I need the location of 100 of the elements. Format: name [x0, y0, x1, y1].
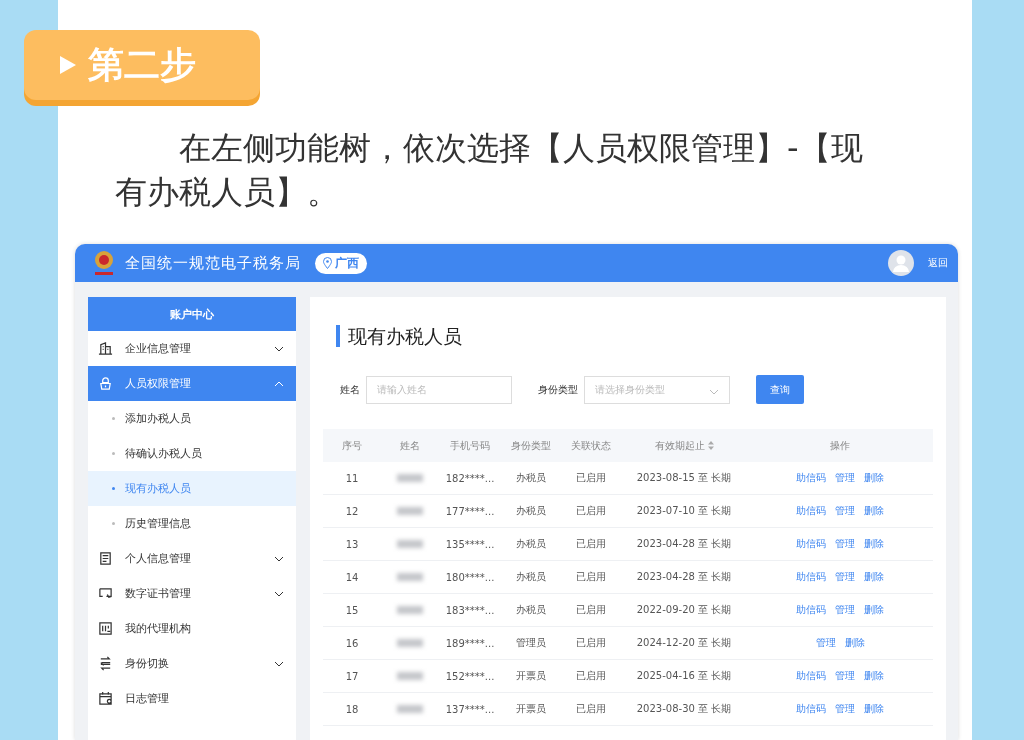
- table-cell-text: 137****...: [444, 703, 496, 715]
- table-cell-text: 已启用: [575, 603, 607, 617]
- location-pin-icon: [323, 257, 332, 269]
- table-cell-text: 13: [344, 538, 360, 550]
- table-cell-text: 已启用: [575, 570, 607, 584]
- table-cell-text: 17: [344, 670, 360, 682]
- table-cell-text: 12: [344, 505, 360, 517]
- action-link[interactable]: 助信码: [796, 603, 826, 617]
- action-link[interactable]: 删除: [864, 537, 884, 551]
- action-link[interactable]: 删除: [844, 636, 865, 650]
- column-header: 手机号码: [450, 438, 490, 453]
- back-link[interactable]: 返回: [928, 256, 948, 270]
- blurred-name: [397, 606, 423, 614]
- blurred-name: [397, 639, 423, 647]
- table-cell-text: 已启用: [575, 636, 607, 650]
- table-cell-text: 2023-08-30 至 长期: [635, 702, 733, 716]
- sidebar-header: 账户中心: [88, 297, 296, 331]
- search-button[interactable]: 查询: [756, 375, 804, 404]
- action-link[interactable]: 删除: [864, 504, 884, 518]
- table-cell-text: 183****...: [444, 604, 496, 616]
- step-title: 第二步: [88, 42, 196, 87]
- column-header: 操作: [830, 438, 850, 453]
- table-cell-text: 已启用: [575, 471, 607, 485]
- site-title: 全国统一规范电子税务局: [125, 253, 301, 273]
- table-cell-text: 办税员: [515, 603, 547, 617]
- action-link[interactable]: 管理: [835, 603, 855, 617]
- action-link[interactable]: 删除: [864, 669, 884, 683]
- sort-icon[interactable]: [707, 441, 714, 450]
- switch-icon: [98, 656, 113, 671]
- chevron-down-icon: [709, 389, 719, 395]
- action-link[interactable]: 助信码: [796, 537, 826, 551]
- table-cell-text: 2022-09-20 至 长期: [635, 603, 733, 617]
- table-cell-text: 152****...: [444, 670, 496, 682]
- blurred-name: [397, 507, 423, 515]
- table-cell-text: 11: [344, 472, 360, 484]
- table-cell-text: 2023-04-28 至 长期: [635, 537, 733, 551]
- table-cell-text: 已启用: [575, 702, 607, 716]
- action-link[interactable]: 管理: [815, 636, 836, 650]
- building-icon: [98, 341, 113, 356]
- table-cell-text: 189****...: [444, 637, 496, 649]
- table-cell-text: 14: [344, 571, 360, 583]
- action-link[interactable]: 助信码: [796, 669, 826, 683]
- location-pill[interactable]: 广西: [315, 252, 367, 274]
- table-cell-text: 办税员: [515, 471, 547, 485]
- blurred-name: [397, 540, 423, 548]
- column-header: 身份类型: [511, 438, 551, 453]
- table-cell-text: 177****...: [444, 505, 496, 517]
- table-cell-text: 15: [344, 604, 360, 616]
- action-link[interactable]: 管理: [835, 570, 855, 584]
- action-link[interactable]: 管理: [835, 504, 855, 518]
- table-cell-text: 管理员: [515, 636, 547, 650]
- table-cell-text: 16: [344, 637, 360, 649]
- blurred-name: [397, 573, 423, 581]
- table-cell-text: 2023-08-15 至 长期: [635, 471, 733, 485]
- column-header: 关联状态: [571, 438, 611, 453]
- table-cell-text: 2025-04-16 至 长期: [635, 669, 733, 683]
- table-cell-text: 办税员: [515, 504, 547, 518]
- blurred-name: [397, 474, 423, 482]
- instruction-text: 在左侧功能树，依次选择【人员权限管理】-【现有办税人员】。: [115, 128, 864, 213]
- action-link[interactable]: 管理: [835, 471, 855, 485]
- play-triangle-icon: [60, 56, 76, 74]
- table-cell-text: 办税员: [515, 570, 547, 584]
- table-cell-text: 开票员: [515, 702, 547, 716]
- blurred-name: [397, 705, 423, 713]
- table-cell-text: 办税员: [515, 537, 547, 551]
- sidebar-item[interactable]: 人员权限管理: [88, 366, 296, 401]
- action-link[interactable]: 助信码: [796, 504, 826, 518]
- table-cell-text: 开票员: [515, 669, 547, 683]
- action-link[interactable]: 删除: [864, 471, 884, 485]
- column-header: 序号: [342, 438, 362, 453]
- action-link[interactable]: 助信码: [796, 570, 826, 584]
- table-cell-text: 180****...: [444, 571, 496, 583]
- action-link[interactable]: 删除: [864, 570, 884, 584]
- agency-icon: [98, 621, 113, 636]
- action-link[interactable]: 助信码: [796, 702, 826, 716]
- table-cell-text: 已启用: [575, 537, 607, 551]
- sidebar-subitem[interactable]: 现有办税人员: [88, 471, 296, 506]
- table-cell-text: 18: [344, 703, 360, 715]
- action-link[interactable]: 助信码: [796, 471, 826, 485]
- column-header[interactable]: 有效期起止: [654, 438, 705, 453]
- name-input-field[interactable]: 请输入姓名: [366, 375, 512, 404]
- document-icon: [98, 551, 113, 566]
- action-link[interactable]: 管理: [835, 537, 855, 551]
- action-link[interactable]: 管理: [835, 702, 855, 716]
- table-cell-text: 已启用: [575, 669, 607, 683]
- action-link[interactable]: 删除: [864, 603, 884, 617]
- table-cell-text: 135****...: [444, 538, 496, 550]
- table-cell-text: 2023-04-28 至 长期: [635, 570, 733, 584]
- table-cell-text: 2024-12-20 至 长期: [635, 636, 733, 650]
- table-cell-text: 已启用: [575, 504, 607, 518]
- page-title: 现有办税人员: [336, 325, 933, 347]
- column-header: 姓名: [400, 438, 420, 453]
- log-calendar-icon: [98, 691, 113, 706]
- action-link[interactable]: 管理: [835, 669, 855, 683]
- blurred-name: [397, 672, 423, 680]
- table-cell-text: 2023-07-10 至 长期: [635, 504, 733, 518]
- action-link[interactable]: 删除: [864, 702, 884, 716]
- location-text: 广西: [335, 254, 359, 272]
- name-label: 姓名: [340, 382, 360, 397]
- avatar-icon[interactable]: [888, 250, 914, 276]
